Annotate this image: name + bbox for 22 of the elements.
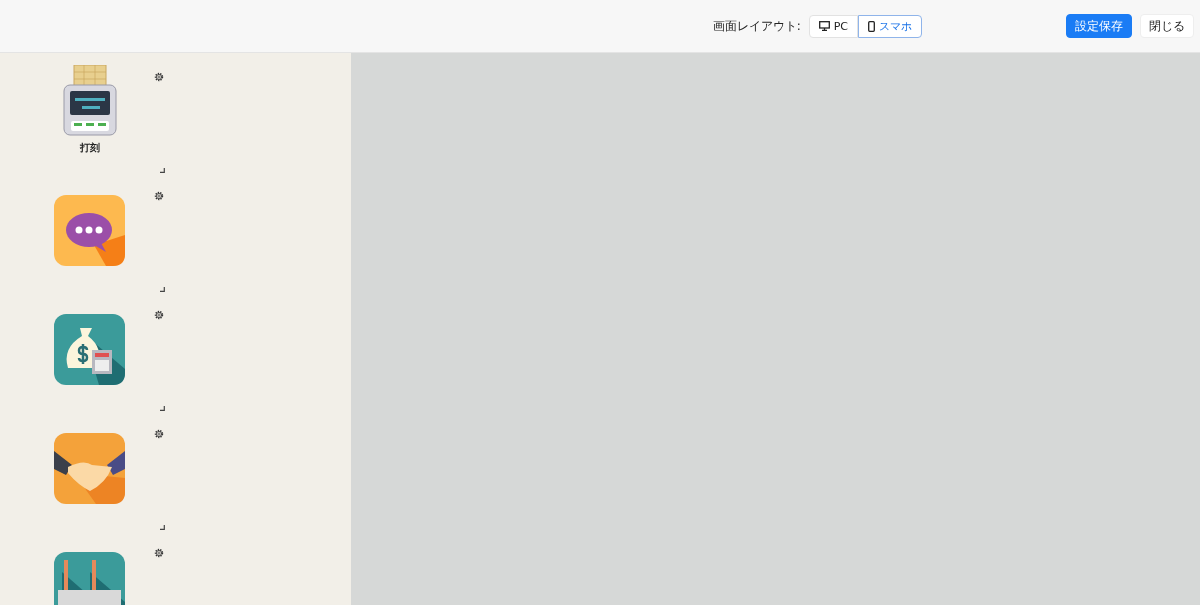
handshake-icon [54, 433, 125, 504]
pc-layout-button[interactable]: PC [808, 14, 858, 38]
settings-icon[interactable] [154, 548, 164, 558]
resize-handle-icon[interactable] [160, 168, 165, 173]
resize-handle-icon[interactable] [160, 525, 165, 530]
phone-layout-button[interactable]: スマホ [858, 14, 922, 38]
close-button[interactable]: 閉じる [1140, 14, 1194, 38]
chat-bubble-icon [54, 195, 125, 266]
resize-handle-icon[interactable] [160, 406, 165, 411]
layout-label: 画面レイアウト: [712, 17, 801, 35]
settings-icon[interactable] [154, 72, 164, 82]
settings-icon[interactable] [154, 429, 164, 439]
monitor-icon [818, 21, 830, 31]
save-settings-button[interactable]: 設定保存 [1066, 14, 1132, 38]
resize-handle-icon[interactable] [160, 287, 165, 292]
widget-label: 打刻 [79, 141, 100, 155]
punch-clock-icon [61, 65, 118, 137]
money-bag-icon [54, 314, 125, 385]
smartphone-icon [868, 20, 875, 32]
settings-icon[interactable] [154, 310, 164, 320]
factory-icon [54, 552, 125, 605]
settings-icon[interactable] [154, 191, 164, 201]
